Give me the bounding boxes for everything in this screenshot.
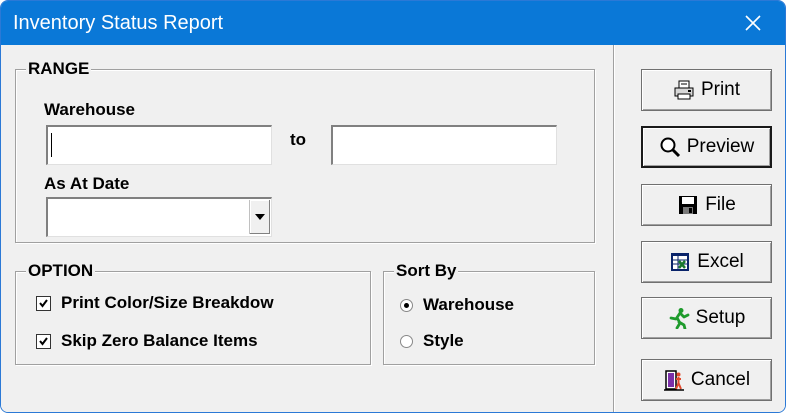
preview-label: Preview	[686, 136, 755, 157]
file-button[interactable]: File	[641, 184, 772, 226]
warehouse-from-input[interactable]	[46, 125, 272, 165]
print-color-size-label: Print Color/Size Breakdow	[61, 293, 274, 312]
window-title: Inventory Status Report	[13, 12, 224, 34]
dialog-body: RANGE Warehouse to As At Date OPTION Pri…	[1, 45, 785, 412]
checkmark-icon	[39, 336, 48, 346]
print-color-size-checkbox[interactable]: Print Color/Size Breakdow	[36, 292, 348, 314]
running-man-icon	[668, 307, 690, 329]
report-dialog: Inventory Status Report RANGE Warehouse …	[0, 0, 786, 413]
as-at-date-combo[interactable]	[46, 197, 272, 237]
exit-door-icon	[663, 369, 685, 391]
to-label: to	[290, 130, 307, 149]
text-caret	[51, 133, 52, 157]
checkbox-box[interactable]	[36, 333, 51, 349]
skip-zero-balance-checkbox[interactable]: Skip Zero Balance Items	[36, 330, 318, 352]
setup-button[interactable]: Setup	[641, 297, 772, 339]
print-label: Print	[700, 79, 741, 100]
as-at-date-label: As At Date	[44, 174, 130, 193]
excel-button[interactable]: Excel	[641, 241, 772, 283]
close-icon	[745, 15, 761, 31]
sort-style-radio[interactable]: Style	[400, 330, 580, 352]
print-button[interactable]: Print	[641, 69, 772, 111]
cancel-button[interactable]: Cancel	[641, 359, 772, 401]
option-legend: OPTION	[26, 261, 96, 281]
printer-icon	[673, 79, 695, 101]
sort-warehouse-label: Warehouse	[423, 295, 515, 314]
sort-by-group: Sort By Warehouse Style	[383, 261, 595, 365]
excel-icon	[669, 251, 691, 273]
range-group: RANGE Warehouse to As At Date	[15, 59, 595, 243]
button-panel-divider	[613, 45, 615, 412]
date-dropdown-button[interactable]	[249, 200, 270, 234]
option-group: OPTION Print Color/Size Breakdow Skip Ze…	[15, 261, 371, 365]
file-label: File	[705, 194, 736, 215]
magnifier-icon	[659, 136, 681, 158]
radio-button[interactable]	[400, 334, 413, 348]
cancel-label: Cancel	[690, 369, 751, 390]
checkmark-icon	[39, 298, 48, 308]
sort-warehouse-radio[interactable]: Warehouse	[400, 294, 580, 316]
range-legend: RANGE	[26, 59, 92, 79]
dropdown-arrow-icon	[255, 214, 265, 220]
radio-button[interactable]	[400, 298, 413, 312]
checkbox-box[interactable]	[36, 295, 51, 311]
preview-button[interactable]: Preview	[641, 126, 772, 168]
close-button[interactable]	[721, 1, 785, 45]
floppy-disk-icon	[677, 194, 699, 216]
skip-zero-balance-label: Skip Zero Balance Items	[61, 331, 258, 350]
radio-selected-dot	[404, 302, 409, 308]
excel-label: Excel	[697, 251, 744, 272]
setup-label: Setup	[695, 307, 746, 328]
warehouse-label: Warehouse	[44, 100, 136, 119]
warehouse-to-input[interactable]	[331, 125, 557, 165]
sort-by-legend: Sort By	[394, 261, 459, 281]
title-bar: Inventory Status Report	[1, 1, 785, 45]
sort-style-label: Style	[423, 331, 464, 350]
